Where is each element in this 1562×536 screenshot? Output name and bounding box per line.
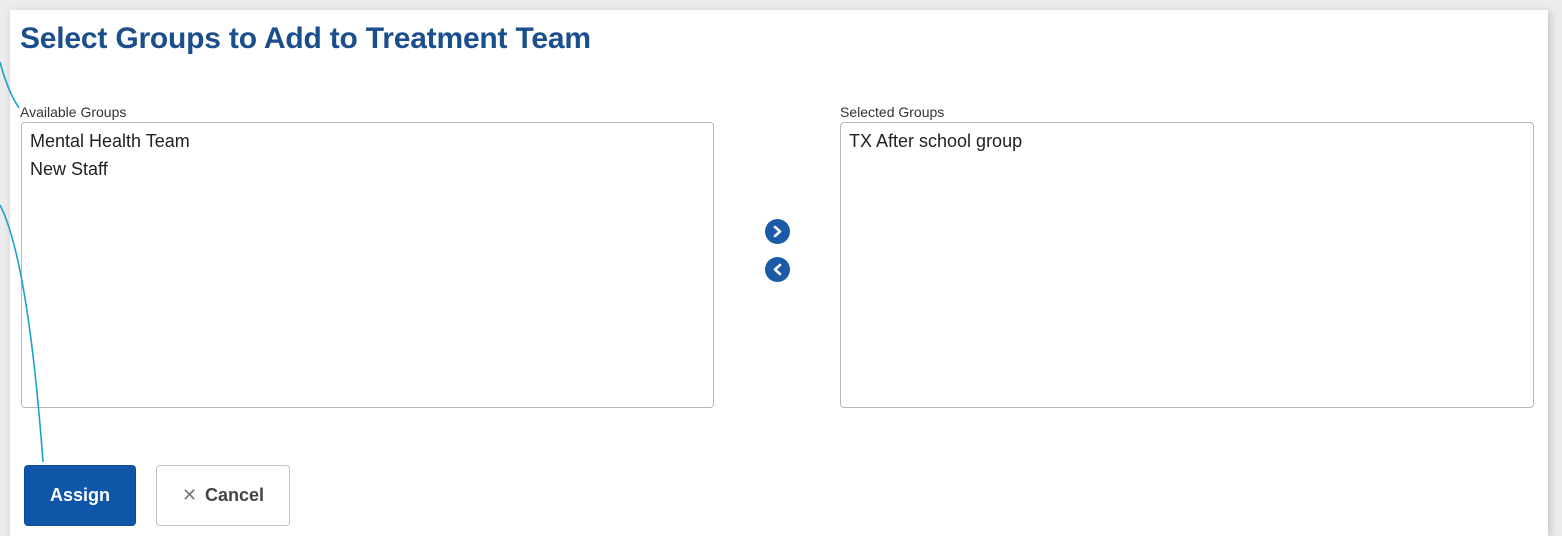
close-icon: ✕ <box>181 485 198 505</box>
cancel-button-label: Cancel <box>205 485 265 505</box>
move-right-button[interactable] <box>765 219 790 244</box>
page-title: Select Groups to Add to Treatment Team <box>20 22 591 55</box>
chevron-right-icon <box>773 225 782 238</box>
selected-groups-list[interactable]: TX After school group <box>840 122 1534 408</box>
available-groups-label: Available Groups <box>20 104 127 120</box>
move-left-button[interactable] <box>765 257 790 282</box>
list-item-tx-after-school-group[interactable]: TX After school group <box>849 127 1525 155</box>
assign-button[interactable]: Assign <box>24 465 136 526</box>
dialog-panel: Select Groups to Add to Treatment Team A… <box>10 10 1548 536</box>
available-groups-list[interactable]: Mental Health Team New Staff <box>21 122 714 408</box>
cancel-button[interactable]: ✕ Cancel <box>156 465 290 526</box>
selected-groups-label: Selected Groups <box>840 104 945 120</box>
list-item-mental-health-team[interactable]: Mental Health Team <box>30 127 705 155</box>
assign-button-label: Assign <box>49 485 110 505</box>
chevron-left-icon <box>773 263 782 276</box>
list-item-new-staff[interactable]: New Staff <box>30 155 705 183</box>
